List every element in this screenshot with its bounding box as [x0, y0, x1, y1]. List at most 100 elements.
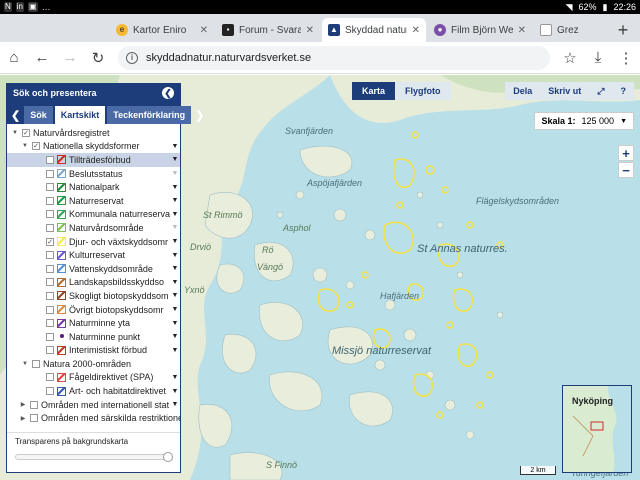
layer-checkbox[interactable] [46, 196, 54, 205]
layer-row[interactable]: Tillträdesförbud ▼ [7, 153, 180, 167]
address-bar[interactable]: i skyddadnatur.naturvardsverket.se [118, 45, 550, 70]
zoom-in-button[interactable]: + [618, 145, 634, 161]
layer-row[interactable]: Fågeldirektivet (SPA) ▼ [7, 371, 180, 385]
layer-checkbox[interactable] [46, 319, 54, 328]
print-button[interactable]: Skriv ut [540, 82, 589, 100]
layer-checkbox[interactable] [46, 169, 54, 178]
layer-row[interactable]: Naturminne yta ▼ [7, 316, 180, 330]
layer-row[interactable]: Naturvårdsområde ▼ [7, 221, 180, 235]
zoom-out-button[interactable]: − [618, 162, 634, 178]
close-icon[interactable]: ✕ [518, 25, 526, 36]
layer-checkbox[interactable] [46, 264, 54, 273]
layer-options-icon[interactable]: ▼ [170, 279, 180, 286]
layer-checkbox[interactable] [30, 400, 38, 409]
tab-skyddad-natur[interactable]: ▲ Skyddad natur ✕ [322, 18, 426, 42]
home-icon[interactable]: ⌂ [0, 44, 28, 72]
forward-icon[interactable]: → [56, 44, 84, 72]
expand-icon[interactable]: ▼ [21, 361, 29, 367]
layer-row[interactable]: ▼ ✓ Nationella skyddsformer ▼ [7, 140, 180, 154]
layer-checkbox[interactable] [46, 332, 54, 341]
expand-icon[interactable]: ▼ [11, 130, 19, 136]
layer-checkbox[interactable] [46, 210, 54, 219]
layer-row[interactable]: Interimistiskt förbud ▼ [7, 344, 180, 358]
transparency-slider[interactable] [15, 452, 173, 462]
layer-row[interactable]: Art- och habitatdirektivet ▼ [7, 384, 180, 398]
layer-options-icon[interactable]: ▼ [170, 292, 180, 299]
layer-options-icon[interactable]: ▼ [170, 156, 180, 163]
tab-kartor-eniro[interactable]: e Kartor Eniro ✕ [110, 18, 214, 42]
help-icon[interactable]: ? [613, 82, 635, 100]
info-icon[interactable]: i [126, 51, 138, 64]
layer-options-icon[interactable]: ▼ [170, 197, 180, 204]
layer-checkbox[interactable] [46, 251, 54, 260]
layer-options-icon[interactable]: ▼ [170, 401, 180, 408]
layer-row[interactable]: ▶ Områden med internationell stat ▼ [7, 398, 180, 412]
flygfoto-button[interactable]: Flygfoto [395, 82, 451, 100]
close-icon[interactable]: ✕ [306, 25, 314, 36]
bookmark-star-icon[interactable]: ☆ [556, 44, 584, 72]
slider-knob[interactable] [163, 452, 173, 462]
collapsed-icon[interactable]: ▶ [19, 415, 27, 422]
layer-row[interactable]: ✓ Djur- och växtskyddsomr ▼ [7, 235, 180, 249]
reload-icon[interactable]: ↻ [84, 44, 112, 72]
tabs-left-arrow-icon[interactable]: ❮ [9, 106, 22, 124]
layer-row[interactable]: ▶ Områden med särskilda restriktioner [7, 411, 180, 425]
layer-row[interactable]: Vattenskyddsområde ▼ [7, 262, 180, 276]
menu-icon[interactable]: ⋮ [612, 44, 640, 72]
layer-options-icon[interactable]: ▼ [170, 333, 180, 340]
collapse-panel-icon[interactable]: ❮ [162, 87, 174, 99]
layer-options-icon[interactable]: ▼ [170, 374, 180, 381]
layer-row[interactable]: Naturminne punkt ▼ [7, 330, 180, 344]
share-button[interactable]: Dela [505, 82, 540, 100]
tabs-right-arrow-icon[interactable]: ❯ [193, 106, 206, 124]
layer-options-icon[interactable]: ▼ [170, 388, 180, 395]
layer-options-icon[interactable]: ▼ [170, 238, 180, 245]
layer-row[interactable]: Beslutsstatus ▼ [7, 167, 180, 181]
close-icon[interactable]: ✕ [200, 25, 208, 36]
layer-row[interactable]: Nationalpark ▼ [7, 180, 180, 194]
layer-row[interactable]: Kommunala naturreserva ▼ [7, 208, 180, 222]
tab-grez[interactable]: Grez [534, 18, 604, 42]
tab-film[interactable]: ● Film Björn Wess ✕ [428, 18, 532, 42]
layer-checkbox[interactable] [46, 346, 54, 355]
overview-map[interactable]: Nyköping [562, 385, 632, 473]
layer-options-icon[interactable]: ▼ [170, 224, 180, 231]
layer-options-icon[interactable]: ▼ [170, 211, 180, 218]
scale-selector[interactable]: Skala 1: 125 000 ▼ [534, 112, 634, 130]
layer-options-icon[interactable]: ▼ [170, 306, 180, 313]
layer-options-icon[interactable]: ▼ [170, 347, 180, 354]
layer-checkbox[interactable] [46, 373, 54, 382]
new-tab-button[interactable]: + [612, 18, 634, 42]
layer-checkbox[interactable] [46, 223, 54, 232]
close-icon[interactable]: ✕ [412, 25, 420, 36]
back-icon[interactable]: ← [28, 44, 56, 72]
layer-checkbox[interactable]: ✓ [22, 128, 30, 137]
tab-forum[interactable]: ▪ Forum - Svara p ✕ [216, 18, 320, 42]
layer-checkbox[interactable] [46, 183, 54, 192]
layer-checkbox[interactable] [32, 359, 40, 368]
layer-row[interactable]: ▼ Natura 2000-områden [7, 357, 180, 371]
layer-options-icon[interactable]: ▼ [170, 184, 180, 191]
layer-checkbox[interactable] [46, 291, 54, 300]
layer-options-icon[interactable]: ▼ [170, 143, 180, 150]
layer-checkbox[interactable] [46, 155, 54, 164]
layer-row[interactable]: Kulturreservat ▼ [7, 248, 180, 262]
layer-checkbox[interactable] [30, 414, 38, 423]
layer-row[interactable]: Övrigt biotopskyddsomr ▼ [7, 303, 180, 317]
layer-checkbox[interactable]: ✓ [46, 237, 54, 246]
download-icon[interactable]: ⤓ [584, 44, 612, 72]
layer-checkbox[interactable] [46, 278, 54, 287]
layer-checkbox[interactable] [46, 387, 54, 396]
layer-row[interactable]: Skogligt biotopskyddsom ▼ [7, 289, 180, 303]
layer-checkbox[interactable] [46, 305, 54, 314]
karta-button[interactable]: Karta [352, 82, 396, 100]
layer-row[interactable]: Naturreservat ▼ [7, 194, 180, 208]
expand-icon[interactable]: ▼ [21, 143, 29, 149]
tab-teckenforklaring[interactable]: Teckenförklaring [107, 106, 192, 124]
layer-options-icon[interactable]: ▼ [170, 320, 180, 327]
fullscreen-icon[interactable]: ⤢ [589, 82, 612, 100]
tab-kartskikt[interactable]: Kartskikt [54, 106, 106, 124]
layer-options-icon[interactable]: ▼ [170, 265, 180, 272]
collapsed-icon[interactable]: ▶ [19, 401, 27, 408]
layer-options-icon[interactable]: ▼ [170, 170, 180, 177]
